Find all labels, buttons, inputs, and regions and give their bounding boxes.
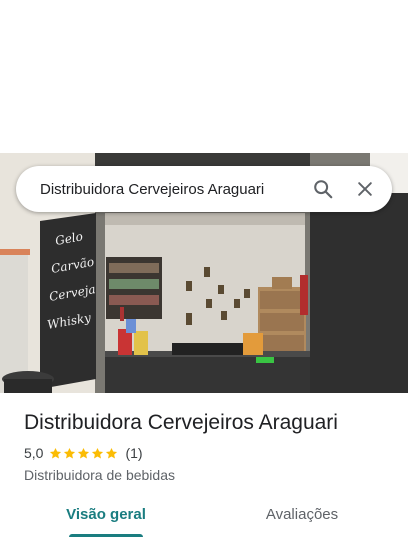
place-category: Distribuidora de bebidas [24, 467, 175, 483]
clear-search-button[interactable] [346, 170, 384, 208]
map-area[interactable] [0, 0, 408, 153]
review-count[interactable]: (1) [125, 445, 142, 461]
star-icon [64, 447, 76, 458]
star-icon [92, 447, 104, 458]
tab-overview[interactable]: Visão geral [56, 501, 156, 546]
rating-row[interactable]: 5,0 (1) [24, 445, 143, 461]
tab-overview-label: Visão geral [66, 506, 146, 523]
place-tabs: Visão geral Avaliações [0, 501, 408, 546]
rating-value: 5,0 [24, 445, 44, 461]
tab-reviews[interactable]: Avaliações [252, 501, 352, 546]
place-page: Gelo Carvão Cerveja Whisky Distribuidora… [0, 0, 408, 546]
search-icon [314, 180, 333, 199]
search-button[interactable] [304, 170, 342, 208]
star-icon [50, 447, 62, 458]
close-icon [358, 182, 372, 196]
place-info-panel: Distribuidora Cervejeiros Araguari 5,0 (… [0, 393, 408, 546]
star-rating [49, 447, 119, 460]
place-title: Distribuidora Cervejeiros Araguari [24, 411, 338, 434]
tab-reviews-label: Avaliações [265, 506, 339, 523]
star-icon [78, 447, 90, 458]
star-icon [106, 447, 118, 458]
search-input[interactable] [16, 165, 304, 213]
active-tab-indicator [69, 534, 143, 537]
search-bar [16, 165, 392, 213]
